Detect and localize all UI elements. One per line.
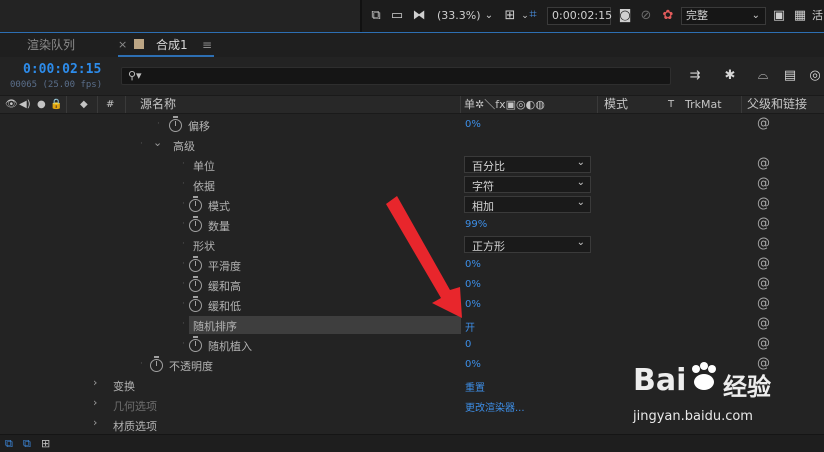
watermark-url: jingyan.baidu.com (633, 409, 753, 424)
paw-logo-icon (689, 361, 719, 393)
watermark-brand-left: Bai (633, 363, 687, 398)
arrow-shape (386, 196, 462, 318)
watermark-brand-right: 经验 (723, 373, 771, 401)
baidu-watermark: Bai 经验 jingyan.baidu.com (633, 359, 793, 424)
